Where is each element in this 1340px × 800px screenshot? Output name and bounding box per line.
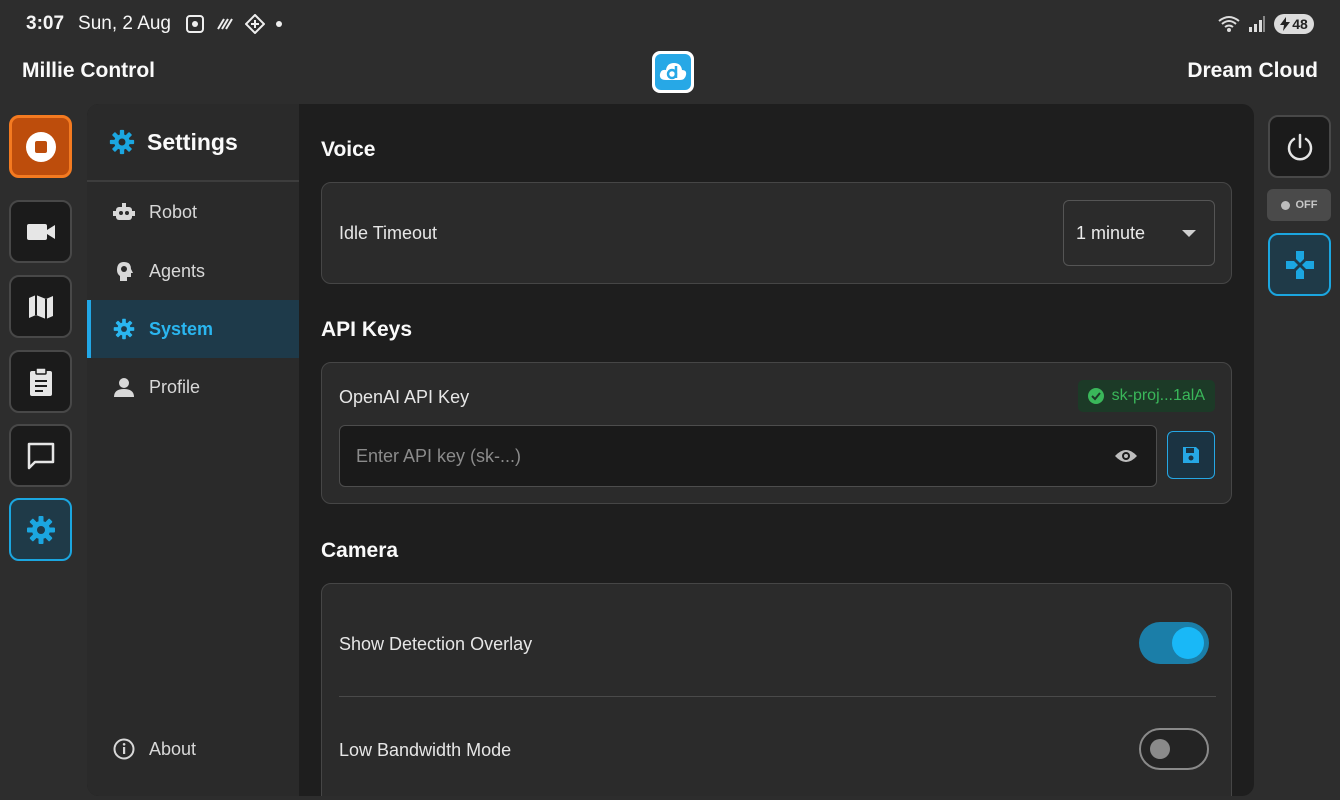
battery-level: 48 — [1292, 16, 1308, 32]
power-off-status[interactable]: OFF — [1267, 189, 1331, 221]
network-diamond-icon — [245, 14, 265, 34]
power-button[interactable] — [1268, 115, 1331, 178]
detection-overlay-toggle[interactable] — [1139, 622, 1209, 664]
settings-nav-system[interactable]: System — [87, 300, 299, 358]
power-icon — [1287, 133, 1312, 160]
settings-nav-robot[interactable]: Robot — [87, 183, 299, 241]
voice-section-title: Voice — [321, 138, 376, 161]
settings-nav-robot-label: Robot — [149, 201, 198, 222]
settings-nav-profile-label: Profile — [149, 376, 201, 397]
agent-head-icon — [117, 262, 133, 281]
camera-section-title: Camera — [321, 539, 399, 562]
gear-icon — [109, 129, 135, 155]
low-bandwidth-toggle[interactable] — [1139, 728, 1209, 770]
gamepad-button[interactable] — [1268, 233, 1331, 296]
stop-icon — [25, 131, 56, 162]
eye-icon[interactable] — [1114, 446, 1138, 466]
chat-nav-button[interactable] — [9, 424, 72, 487]
dream-cloud-logo — [652, 51, 694, 93]
settings-nav: Settings Robot Agents System Profile Abo… — [87, 104, 299, 796]
settings-nav-agents-label: Agents — [149, 260, 206, 281]
charging-bolt-icon — [1280, 17, 1291, 31]
idle-timeout-value: 1 minute — [1076, 222, 1146, 243]
settings-nav-button[interactable] — [9, 498, 72, 561]
toggle-knob — [1172, 627, 1204, 659]
saved-key-badge: sk-proj...1alA — [1077, 380, 1215, 412]
api-keys-section-title: API Keys — [321, 318, 413, 341]
settings-nav-about[interactable]: About — [87, 720, 299, 778]
nfc-icon — [217, 18, 233, 30]
person-icon — [114, 378, 134, 397]
signal-icon — [1249, 16, 1265, 32]
videocam-icon — [26, 223, 55, 240]
cloud-logo-icon — [659, 63, 687, 80]
chat-icon — [27, 442, 54, 469]
power-off-label: OFF — [1295, 199, 1318, 211]
map-icon — [28, 294, 53, 319]
check-circle-icon — [1087, 388, 1104, 404]
status-bar: 3:07 Sun, 2 Aug 48 — [0, 0, 1340, 48]
gamepad-icon — [1285, 250, 1314, 279]
saved-key-value: sk-proj...1alA — [1111, 387, 1205, 404]
clipboard-icon — [29, 366, 52, 396]
low-bandwidth-label: Low Bandwidth Mode — [339, 740, 512, 760]
api-keys-card: OpenAI API Key sk-proj...1alA Enter API … — [321, 362, 1232, 504]
voice-card: Idle Timeout 1 minute — [321, 182, 1232, 284]
map-nav-button[interactable] — [9, 275, 72, 338]
status-time: 3:07 — [26, 13, 65, 34]
camera-nav-button[interactable] — [9, 200, 72, 263]
status-dot-icon — [1280, 200, 1290, 210]
settings-nav-agents[interactable]: Agents — [87, 242, 299, 300]
gear-icon — [26, 515, 55, 544]
save-icon — [1183, 447, 1199, 463]
battery-indicator: 48 — [1274, 14, 1314, 34]
camera-card: Show Detection Overlay Low Bandwidth Mod… — [321, 583, 1232, 796]
info-icon — [113, 738, 135, 760]
openai-key-label: OpenAI API Key — [339, 387, 470, 407]
notification-dot-icon — [276, 21, 282, 27]
wifi-icon — [1218, 16, 1240, 32]
chevron-down-icon — [1182, 229, 1196, 237]
toggle-knob — [1150, 739, 1170, 759]
app-title: Millie Control — [22, 59, 155, 82]
workspace-title: Dream Cloud — [1187, 59, 1318, 82]
idle-timeout-select[interactable]: 1 minute — [1063, 200, 1215, 266]
divider — [339, 696, 1216, 697]
settings-header: Settings — [87, 104, 299, 182]
settings-title: Settings — [147, 128, 238, 155]
detection-overlay-label: Show Detection Overlay — [339, 634, 533, 654]
api-key-placeholder: Enter API key (sk-...) — [356, 445, 522, 466]
system-settings-content: Voice Idle Timeout 1 minute API Keys Ope… — [299, 104, 1254, 796]
save-key-button[interactable] — [1167, 431, 1215, 479]
gear-icon — [113, 318, 135, 340]
settings-nav-about-label: About — [149, 738, 197, 759]
emergency-stop-button[interactable] — [9, 115, 72, 178]
api-key-input[interactable]: Enter API key (sk-...) — [339, 425, 1157, 487]
tasks-nav-button[interactable] — [9, 350, 72, 413]
app-bar: Millie Control Dream Cloud — [0, 50, 1340, 94]
screenshot-icon — [186, 15, 204, 33]
settings-panel: Settings Robot Agents System Profile Abo… — [87, 104, 1254, 796]
robot-icon — [113, 203, 135, 220]
status-date: Sun, 2 Aug — [78, 13, 171, 34]
settings-nav-system-label: System — [149, 318, 214, 339]
settings-nav-profile[interactable]: Profile — [87, 358, 299, 416]
idle-timeout-label: Idle Timeout — [339, 223, 438, 243]
